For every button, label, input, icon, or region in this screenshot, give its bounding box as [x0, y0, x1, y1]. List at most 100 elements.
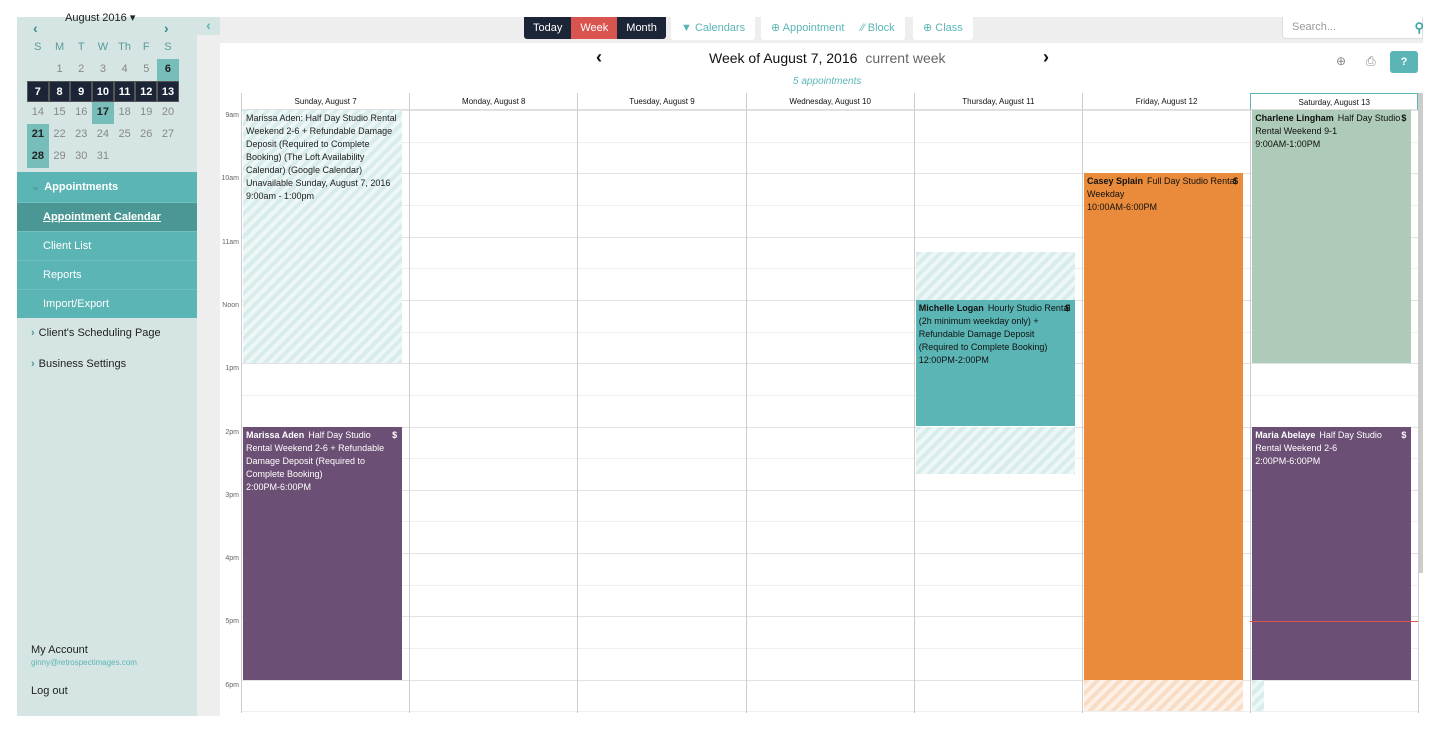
- sidebar-section-appointments[interactable]: ⌄ Appointments: [17, 172, 197, 202]
- hour-label: Noon: [222, 301, 239, 309]
- search-icon[interactable]: ⚲: [1414, 18, 1424, 38]
- next-week-icon[interactable]: ›: [1043, 47, 1049, 68]
- mini-cal-day[interactable]: 23: [70, 124, 92, 146]
- mini-cal-day[interactable]: 19: [135, 102, 157, 124]
- mini-calendar-month[interactable]: August 2016 ▾: [65, 11, 135, 24]
- week-title: Week of August 7, 2016 current week: [709, 50, 946, 66]
- mini-cal-day[interactable]: 11: [113, 80, 136, 103]
- collapse-sidebar-icon[interactable]: ‹: [197, 17, 220, 35]
- mini-cal-dow: F: [142, 41, 150, 53]
- mini-cal-day[interactable]: 29: [49, 146, 71, 168]
- hour-label: 1pm: [225, 365, 239, 373]
- sidebar-item-reports[interactable]: Reports: [17, 260, 197, 289]
- chevron-left-icon[interactable]: ‹: [33, 20, 38, 36]
- help-button[interactable]: ?: [1390, 51, 1418, 73]
- blocked-time[interactable]: [1084, 679, 1244, 712]
- mini-cal-day[interactable]: 30: [70, 146, 92, 168]
- appointment[interactable]: $ Casey Splain Full Day Studio Rental Week…: [1084, 173, 1244, 680]
- add-appointment-button[interactable]: ⊕ Appointment: [761, 17, 855, 40]
- mini-cal-day[interactable]: 13: [157, 80, 179, 103]
- logout-link[interactable]: Log out: [31, 685, 68, 697]
- mini-cal-day[interactable]: 21: [27, 124, 49, 146]
- client-name: Charlene Lingham: [1255, 113, 1334, 123]
- mini-cal-day[interactable]: 26: [135, 124, 157, 146]
- blocked-time[interactable]: [915, 252, 1075, 300]
- mini-cal-day[interactable]: 10: [92, 80, 114, 103]
- day-header[interactable]: Wednesday, August 10: [745, 93, 914, 110]
- sidebar-item-appointment-calendar[interactable]: Appointment Calendar: [17, 202, 197, 231]
- blocked-time[interactable]: [1252, 679, 1265, 712]
- appointment[interactable]: $ Marissa Aden Half Day Studio Rental Week…: [243, 426, 403, 680]
- mini-cal-dow: S: [164, 41, 172, 53]
- block-text: Marissa Aden: Half Day Studio Rental Wee…: [246, 113, 397, 188]
- hour-line: [241, 711, 1418, 713]
- calendars-button[interactable]: ▼ Calendars: [671, 17, 756, 40]
- zoom-icon[interactable]: ⊕: [1336, 54, 1346, 68]
- appointment[interactable]: $ Michelle Logan Hourly Studio Rental (2h …: [915, 299, 1075, 427]
- mini-cal-day[interactable]: 28: [27, 145, 49, 168]
- mini-cal-day[interactable]: 20: [157, 102, 179, 124]
- mini-cal-dow: S: [34, 41, 42, 53]
- day-divider: [577, 110, 579, 713]
- hour-label: 4pm: [225, 555, 239, 563]
- mini-cal-day[interactable]: 14: [27, 102, 49, 124]
- mini-cal-day[interactable]: 1: [49, 59, 71, 81]
- sidebar: August 2016 ▾ ‹ › S M T W Th F S 1 2 3 4 5 6 7 8 9 10 11 1…: [17, 12, 197, 716]
- mini-cal-day[interactable]: 25: [114, 124, 136, 146]
- mini-cal-day[interactable]: 7: [27, 80, 49, 103]
- day-divider: [913, 110, 915, 713]
- mini-cal-day[interactable]: 24: [92, 124, 114, 146]
- mini-cal-day[interactable]: 9: [70, 80, 93, 103]
- week-button[interactable]: Week: [571, 17, 618, 39]
- mini-cal-day[interactable]: 2: [70, 59, 92, 81]
- mini-cal-day[interactable]: 17: [92, 102, 114, 125]
- appointment-time: 12:00PM-2:00PM: [918, 354, 989, 365]
- mini-cal-day[interactable]: 8: [48, 80, 71, 103]
- day-header[interactable]: Friday, August 12: [1082, 93, 1251, 110]
- mini-cal-day: [27, 59, 49, 81]
- calendar-grid[interactable]: 9am 10am 11am Noon 1pm 2pm 3pm 4pm 5pm 6pm Marissa…: [220, 110, 1420, 713]
- print-icon[interactable]: ⎙: [1366, 54, 1376, 69]
- blocked-time[interactable]: Marissa Aden: Half Day Studio Rental Wee…: [243, 110, 403, 364]
- mini-cal-day[interactable]: 4: [114, 59, 136, 81]
- add-class-button[interactable]: ⊕ Class: [913, 17, 973, 40]
- chevron-right-icon: ›: [31, 327, 35, 339]
- day-header[interactable]: Monday, August 8: [409, 93, 578, 110]
- scrollbar[interactable]: [1418, 93, 1423, 573]
- mini-cal-day[interactable]: 22: [49, 124, 71, 146]
- appointment[interactable]: $ Charlene Lingham Half Day Studio Rental …: [1252, 110, 1412, 364]
- mini-cal-dow: T: [77, 41, 85, 53]
- sidebar-item-import-export[interactable]: Import/Export: [17, 289, 197, 318]
- my-account[interactable]: My Account ginny@retrospectimages.com: [31, 644, 137, 667]
- paid-flag: $: [1401, 429, 1407, 440]
- mini-cal-day[interactable]: 5: [135, 59, 157, 81]
- day-header[interactable]: Tuesday, August 9: [577, 93, 746, 110]
- previous-week-icon[interactable]: ‹: [596, 47, 602, 68]
- current-time-indicator: [1250, 621, 1419, 623]
- sidebar-item-client-list[interactable]: Client List: [17, 231, 197, 260]
- block-time: 9:00am - 1:00pm: [246, 191, 315, 201]
- month-button[interactable]: Month: [617, 17, 666, 39]
- mini-cal-day[interactable]: 18: [114, 102, 136, 124]
- block-button[interactable]: ⁄⁄ Block: [851, 17, 905, 40]
- mini-cal-day[interactable]: 12: [135, 80, 158, 103]
- mini-cal-day[interactable]: 16: [70, 102, 92, 124]
- sidebar-item-scheduling-page[interactable]: › Client's Scheduling Page: [17, 318, 197, 349]
- blocked-time[interactable]: [915, 426, 1075, 474]
- appointment[interactable]: $ Maria Abelaye Half Day Studio Rental Wee…: [1252, 426, 1412, 680]
- mini-cal-day[interactable]: 15: [49, 102, 71, 124]
- mini-cal-day[interactable]: 3: [92, 59, 114, 81]
- day-header[interactable]: Sunday, August 7: [241, 93, 410, 110]
- search-input[interactable]: Search... ⚲: [1282, 17, 1424, 39]
- mini-cal-day[interactable]: 6: [157, 58, 179, 81]
- sidebar-nav: ⌄ Appointments Appointment Calendar Clien…: [17, 172, 197, 380]
- today-button[interactable]: Today: [524, 17, 572, 39]
- appointment-count: 5 appointments: [793, 76, 862, 87]
- mini-cal-day[interactable]: 27: [157, 124, 179, 146]
- day-header[interactable]: Saturday, August 13: [1250, 93, 1419, 110]
- day-header[interactable]: Thursday, August 11: [913, 93, 1082, 110]
- chevron-right-icon[interactable]: ›: [164, 20, 169, 36]
- mini-cal-day[interactable]: 31: [92, 146, 114, 168]
- hour-label: 9am: [225, 112, 239, 119]
- sidebar-item-business-settings[interactable]: › Business Settings: [17, 349, 197, 380]
